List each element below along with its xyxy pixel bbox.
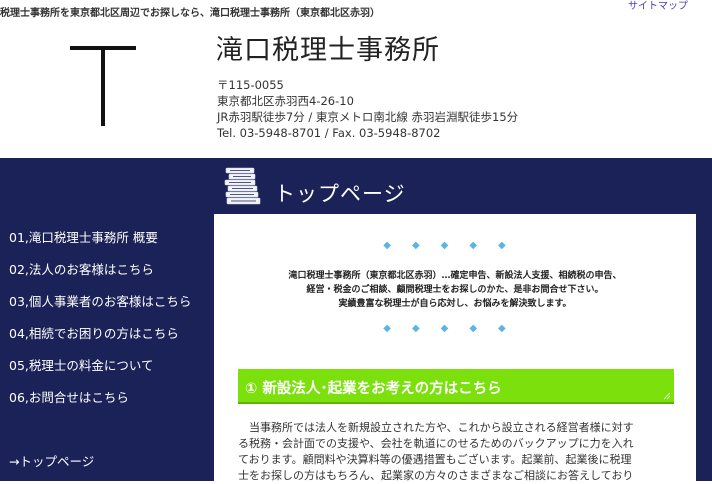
resize-corner-icon <box>663 392 671 400</box>
new-corporation-banner[interactable]: ① 新設法人･起業をお考えの方はこちら <box>238 369 674 404</box>
intro-line: 滝口税理士事務所（東京都北区赤羽）…確定申告、新設法人支援、相続税の申告、 <box>288 271 622 281</box>
sidebar-item-corporate[interactable]: 02,法人のお客様はこちら <box>9 261 191 293</box>
sidebar-item-contact[interactable]: 06,お問合せはこちら <box>9 389 191 421</box>
access-info: JR赤羽駅徒歩7分 / 東京メトロ南北線 赤羽岩淵駅徒歩15分 <box>217 110 519 124</box>
diamond-divider-top: ◆◆◆◆◆ <box>383 240 527 251</box>
logo-t-icon[interactable] <box>70 46 136 130</box>
body-line: 当事務所では法人を新規設立された方や、これから設立される経営者様に対す <box>238 421 634 434</box>
body-line: る税務・会計面での支援や、会社を軌道にのせるためのバックアップに力を入れ <box>238 437 634 450</box>
phone-fax: Tel. 03-5948-8701 / Fax. 03-5948-8702 <box>217 126 441 140</box>
banner-title: ① 新設法人･起業をお考えの方はこちら <box>245 381 502 397</box>
office-name: 滝口税理士事務所 <box>216 35 440 66</box>
sidebar-item-overview[interactable]: 01,滝口税理士事務所 概要 <box>9 229 191 261</box>
sidebar-item-top-page[interactable]: →トップページ <box>9 451 94 470</box>
sidebar-menu: 01,滝口税理士事務所 概要 02,法人のお客様はこちら 03,個人事業者のお客… <box>9 229 191 421</box>
intro-line: 実績豊富な税理士が自ら応対し、お悩みを解決致します。 <box>338 299 572 309</box>
page-title: トップページ <box>274 182 406 206</box>
intro-line: 経営・税金のご相談、顧問税理士をお探しのかた、是非お問合せ下さい。 <box>306 285 604 295</box>
sidebar-item-sole-proprietor[interactable]: 03,個人事業者のお客様はこちら <box>9 293 191 325</box>
body-paragraph: 当事務所では法人を新規設立された方や、これから設立される経営者様に対す る税務・… <box>238 420 674 484</box>
header-tagline: 税理士事務所を東京都北区周辺でお探しなら、滝口税理士事務所（東京都北区赤羽） <box>0 8 380 19</box>
postal-code: 〒115-0055 <box>217 78 284 92</box>
body-line: 士をお探しの方はもちろん、起業家の方々のさまざまなご相談にお答えしており <box>238 469 634 482</box>
address-block: 〒115-0055 東京都北区赤羽西4-26-10 JR赤羽駅徒歩7分 / 東京… <box>217 77 518 141</box>
street-address: 東京都北区赤羽西4-26-10 <box>217 94 354 108</box>
body-line: ております。顧問料や決算料等の優遇措置もございます。起業前、起業後に税理 <box>238 453 632 466</box>
sidebar-item-fees[interactable]: 05,税理士の料金について <box>9 357 191 389</box>
intro-text: 滝口税理士事務所（東京都北区赤羽）…確定申告、新設法人支援、相続税の申告、 経営… <box>234 269 676 311</box>
diamond-divider-bottom: ◆◆◆◆◆ <box>383 323 527 334</box>
main-content: ◆◆◆◆◆ 滝口税理士事務所（東京都北区赤羽）…確定申告、新設法人支援、相続税の… <box>214 214 696 484</box>
sitemap-link[interactable]: サイトマップ <box>628 0 688 12</box>
sidebar-item-inheritance[interactable]: 04,相続でお困りの方はこちら <box>9 325 191 357</box>
stacked-books-icon <box>224 167 261 205</box>
